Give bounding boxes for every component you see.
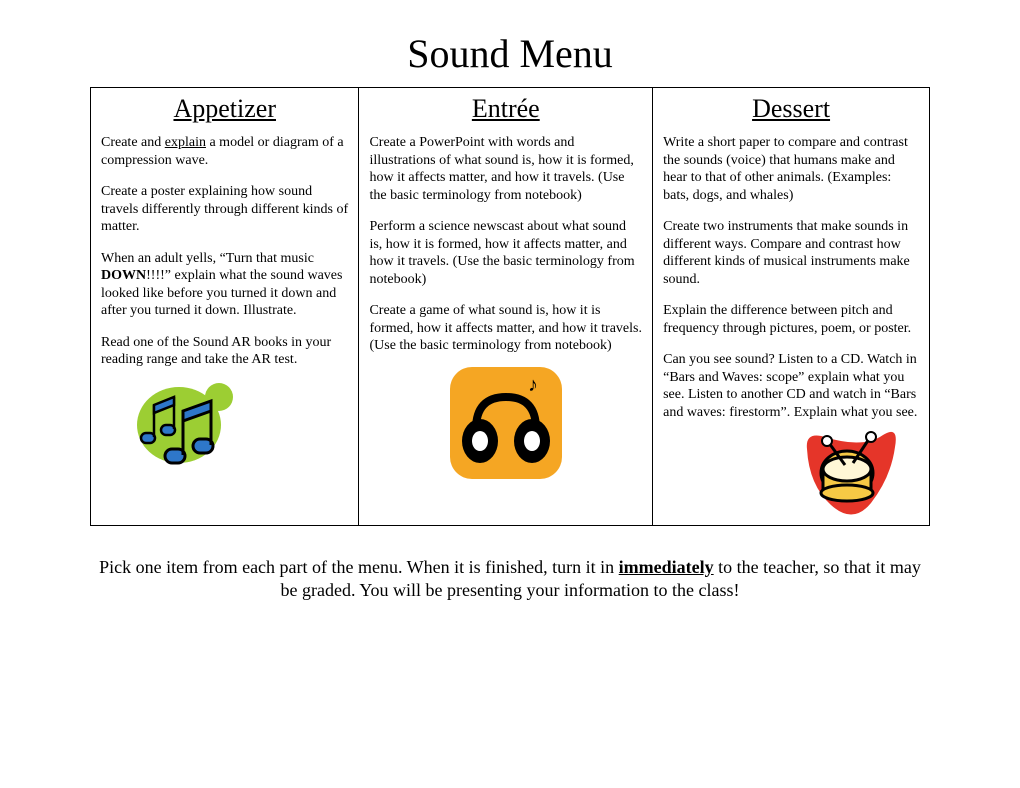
appetizer-item: Create a poster explaining how sound tra…	[101, 183, 348, 236]
text: DOWN	[101, 268, 146, 283]
appetizer-item: When an adult yells, “Turn that music DO…	[101, 250, 348, 320]
text: Create and	[101, 135, 165, 150]
appetizer-item: Read one of the Sound AR books in your r…	[101, 334, 348, 369]
svg-text:♪: ♪	[528, 374, 538, 396]
entree-item: Create a PowerPoint with words and illus…	[369, 134, 642, 204]
menu-table: Appetizer Create and explain a model or …	[90, 87, 930, 526]
appetizer-header: Appetizer	[101, 94, 348, 124]
entree-header: Entrée	[369, 94, 642, 124]
drum-icon	[663, 429, 919, 515]
dessert-cell: Dessert Write a short paper to compare a…	[653, 88, 930, 526]
dessert-item: Explain the difference between pitch and…	[663, 302, 919, 337]
text: explain	[165, 135, 206, 150]
appetizer-item: Create and explain a model or diagram of…	[101, 134, 348, 169]
entree-item: Perform a science newscast about what so…	[369, 218, 642, 288]
dessert-header: Dessert	[663, 94, 919, 124]
entree-item: Create a game of what sound is, how it i…	[369, 302, 642, 355]
appetizer-cell: Appetizer Create and explain a model or …	[91, 88, 359, 526]
page-title: Sound Menu	[90, 30, 930, 77]
text: immediately	[619, 557, 714, 577]
instructions-footer: Pick one item from each part of the menu…	[90, 556, 930, 603]
music-notes-icon	[101, 377, 348, 477]
text: When an adult yells, “Turn that music	[101, 251, 314, 266]
entree-cell: Entrée Create a PowerPoint with words an…	[359, 88, 653, 526]
headphones-icon: ♪	[369, 363, 642, 483]
text: Pick one item from each part of the menu…	[99, 557, 619, 577]
dessert-item: Write a short paper to compare and contr…	[663, 134, 919, 204]
dessert-item: Can you see sound? Listen to a CD. Watch…	[663, 351, 919, 421]
dessert-item: Create two instruments that make sounds …	[663, 218, 919, 288]
